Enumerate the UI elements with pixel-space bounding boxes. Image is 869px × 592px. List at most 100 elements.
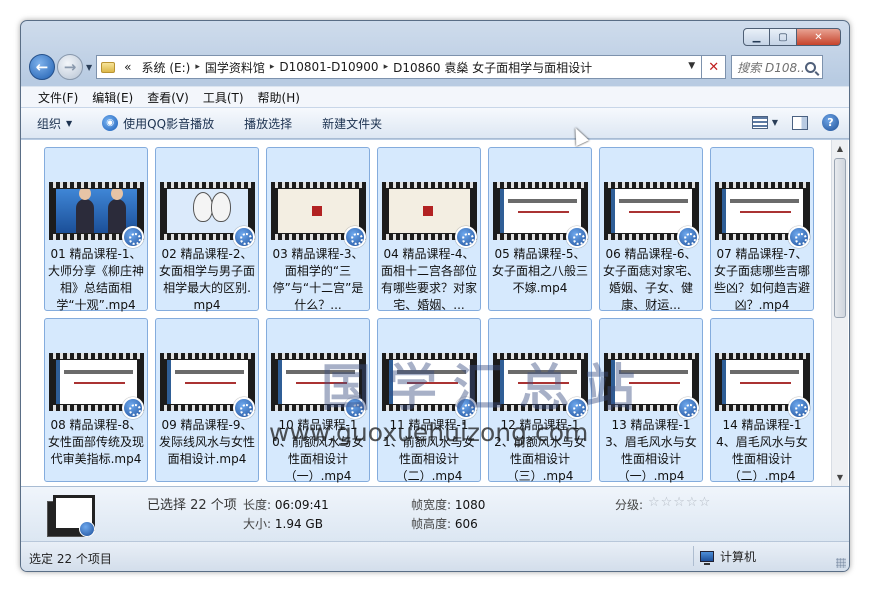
- file-item[interactable]: 03 精品课程-3、面相学的“三停”与“十二宫”是什么？...: [266, 147, 370, 312]
- status-text: 选定 22 个项目: [29, 552, 112, 566]
- toolbar-right-group: ▼ ?: [751, 114, 839, 131]
- qq-player-icon: [233, 397, 255, 419]
- caption-buttons: ▁ ▢ ✕: [743, 28, 841, 46]
- scroll-down-icon[interactable]: ▼: [832, 469, 848, 486]
- file-name: 08 精品课程-8、女性面部传统及现代审美指标.mp4: [47, 418, 144, 466]
- file-item[interactable]: 13 精品课程-13、眉毛风水与女性面相设计（一）.mp4: [599, 318, 703, 483]
- frame-width-label: 帧宽度:: [411, 498, 452, 512]
- qq-player-icon: ◉: [102, 115, 119, 131]
- length-field: 长度: 06:09:41: [243, 496, 329, 513]
- rating-stars-icon[interactable]: ☆☆☆☆☆: [648, 495, 711, 510]
- clear-address-button[interactable]: ✕: [702, 55, 727, 79]
- file-item[interactable]: 09 精品课程-9、发际线风水与女性面相设计.mp4: [155, 318, 259, 482]
- file-name: 06 精品课程-6、女子面痣对家宅、婚姻、子女、健康、财运...: [602, 247, 699, 312]
- qq-player-icon: [788, 226, 810, 248]
- vertical-scrollbar[interactable]: ▲ ▼: [831, 140, 848, 486]
- frame-height-label: 帧高度:: [411, 517, 452, 531]
- organize-button[interactable]: 组织 ▼: [37, 115, 72, 132]
- selected-count: 已选择 22 个项: [147, 498, 237, 513]
- play-with-qq-button[interactable]: ◉ 使用QQ影音播放: [102, 115, 214, 132]
- preview-pane-icon[interactable]: [792, 115, 808, 130]
- frame-width-value: 1080: [454, 498, 486, 512]
- qq-player-icon: [788, 397, 810, 419]
- help-icon[interactable]: ?: [822, 114, 839, 131]
- play-selection-label: 播放选择: [244, 116, 293, 131]
- scrollbar-thumb[interactable]: [834, 158, 846, 318]
- file-item[interactable]: 12 精品课程-12、前额风水与女性面相设计（三）.mp4: [488, 318, 592, 483]
- file-name: 13 精品课程-13、眉毛风水与女性面相设计（一）.mp4: [605, 418, 697, 483]
- play-selection-button[interactable]: 播放选择: [244, 115, 292, 132]
- file-name: 11 精品课程-11、前额风水与女性面相设计（二）.mp4: [383, 418, 475, 483]
- explorer-window: ▁ ▢ ✕ ← → ▼ « 系统 (E:) ▸ 国学资料馆 ▸ D10801-D…: [20, 20, 850, 572]
- arrow-right-icon: →: [63, 58, 77, 76]
- qq-player-icon: [677, 397, 699, 419]
- breadcrumb-folder-2[interactable]: D10801-D10900: [274, 60, 383, 74]
- file-name: 01 精品课程-1、大师分享《柳庄神相》总结面相学“十观”.mp4: [47, 247, 144, 312]
- view-options-chevron-icon[interactable]: ▼: [772, 118, 778, 127]
- qq-player-icon: [122, 397, 144, 419]
- file-name: 10 精品课程-10、前额风水与女性面相设计（一）.mp4: [272, 418, 364, 483]
- qq-player-icon: [344, 397, 366, 419]
- file-name: 02 精品课程-2、女面相学与男子面相学最大的区别.mp4: [158, 247, 255, 312]
- breadcrumb-current-folder[interactable]: D10860 袁燊 女子面相学与面相设计: [388, 59, 597, 76]
- qq-player-icon: [566, 397, 588, 419]
- file-name: 12 精品课程-12、前额风水与女性面相设计（三）.mp4: [494, 418, 586, 483]
- maximize-button[interactable]: ▢: [770, 28, 797, 46]
- file-item[interactable]: 14 精品课程-14、眉毛风水与女性面相设计（二）.mp4: [710, 318, 814, 483]
- change-view-icon[interactable]: [751, 116, 768, 129]
- new-folder-button[interactable]: 新建文件夹: [322, 115, 382, 132]
- file-item[interactable]: 07 精品课程-7、女子面痣哪些吉哪些凶？如何趋吉避凶？.mp4: [710, 147, 814, 312]
- back-button[interactable]: ←: [29, 54, 55, 80]
- qq-player-icon: [455, 226, 477, 248]
- length-label: 长度:: [243, 498, 272, 512]
- qq-player-icon: [344, 226, 366, 248]
- close-button[interactable]: ✕: [797, 28, 841, 46]
- breadcrumb-folder-1[interactable]: 国学资料馆: [200, 59, 270, 76]
- file-item[interactable]: 02 精品课程-2、女面相学与男子面相学最大的区别.mp4: [155, 147, 259, 312]
- organize-label: 组织: [37, 116, 62, 131]
- selection-preview-icon: [47, 495, 95, 537]
- breadcrumb-drive[interactable]: 系统 (E:): [137, 59, 196, 76]
- qq-player-icon: [566, 226, 588, 248]
- file-name: 09 精品课程-9、发际线风水与女性面相设计.mp4: [158, 418, 255, 466]
- file-item[interactable]: 11 精品课程-11、前额风水与女性面相设计（二）.mp4: [377, 318, 481, 483]
- address-dropdown-icon[interactable]: ▼: [688, 61, 695, 71]
- resize-grip-icon[interactable]: [836, 558, 846, 568]
- frame-width-field: 帧宽度: 1080: [411, 496, 485, 513]
- qq-player-icon: [122, 226, 144, 248]
- menu-file[interactable]: 文件(F): [31, 89, 85, 106]
- file-item[interactable]: 06 精品课程-6、女子面痣对家宅、婚姻、子女、健康、财运...: [599, 147, 703, 312]
- details-pane: 已选择 22 个项 长度: 06:09:41 大小: 1.94 GB 帧宽度: …: [21, 486, 849, 543]
- menu-edit[interactable]: 编辑(E): [85, 89, 140, 106]
- breadcrumb-overflow[interactable]: «: [119, 60, 136, 74]
- frame-height-value: 606: [454, 517, 478, 531]
- status-bar: 选定 22 个项目 计算机: [21, 541, 849, 571]
- computer-icon: [700, 550, 714, 565]
- search-placeholder: 搜索 D108...: [737, 60, 806, 75]
- scroll-up-icon[interactable]: ▲: [832, 140, 848, 157]
- file-item[interactable]: 01 精品课程-1、大师分享《柳庄神相》总结面相学“十观”.mp4: [44, 147, 148, 312]
- file-item[interactable]: 08 精品课程-8、女性面部传统及现代审美指标.mp4: [44, 318, 148, 482]
- forward-button[interactable]: →: [57, 54, 83, 80]
- file-list: 01 精品课程-1、大师分享《柳庄神相》总结面相学“十观”.mp4 02 精品课程…: [21, 140, 849, 486]
- play-with-qq-label: 使用QQ影音播放: [123, 116, 215, 131]
- arrow-left-icon: ←: [35, 58, 49, 76]
- menu-view[interactable]: 查看(V): [140, 89, 196, 106]
- length-value: 06:09:41: [274, 498, 329, 512]
- recent-pages-dropdown[interactable]: ▼: [86, 63, 92, 72]
- folder-icon: [101, 61, 116, 73]
- file-item[interactable]: 10 精品课程-10、前额风水与女性面相设计（一）.mp4: [266, 318, 370, 483]
- file-item[interactable]: 05 精品课程-5、女子面相之八般三不嫁.mp4: [488, 147, 592, 311]
- file-name: 14 精品课程-14、眉毛风水与女性面相设计（二）.mp4: [716, 418, 808, 483]
- menu-help[interactable]: 帮助(H): [251, 89, 307, 106]
- address-bar[interactable]: « 系统 (E:) ▸ 国学资料馆 ▸ D10801-D10900 ▸ D108…: [96, 55, 703, 79]
- search-icon[interactable]: [805, 61, 817, 73]
- file-name: 07 精品课程-7、女子面痣哪些吉哪些凶？如何趋吉避凶？.mp4: [713, 247, 810, 312]
- search-input[interactable]: 搜索 D108...: [731, 55, 824, 79]
- minimize-button[interactable]: ▁: [743, 28, 770, 46]
- new-folder-label: 新建文件夹: [322, 116, 383, 131]
- file-name: 04 精品课程-4、面相十二宫各部位有哪些要求？对家宅、婚姻、...: [380, 247, 477, 312]
- navigation-bar: ← → ▼ « 系统 (E:) ▸ 国学资料馆 ▸ D10801-D10900 …: [29, 53, 843, 81]
- menu-tools[interactable]: 工具(T): [196, 89, 251, 106]
- file-item[interactable]: 04 精品课程-4、面相十二宫各部位有哪些要求？对家宅、婚姻、...: [377, 147, 481, 312]
